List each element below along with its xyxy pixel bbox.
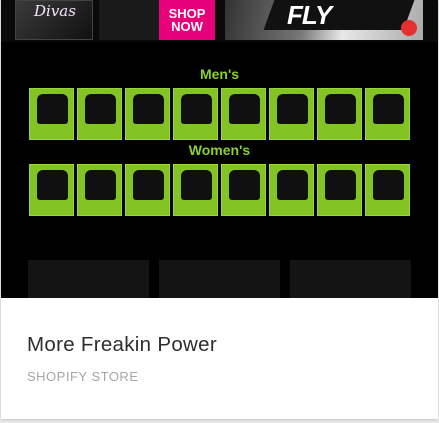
jacket-image: [37, 94, 68, 124]
glove-image: [133, 94, 164, 124]
category-tile[interactable]: [77, 164, 122, 216]
project-title[interactable]: More Freakin Power: [27, 333, 217, 357]
featured-products: [1, 240, 438, 298]
helmet-image: [373, 94, 404, 124]
project-category: SHOPIFY STORE: [27, 369, 139, 384]
featured-product-card[interactable]: [28, 260, 149, 298]
category-tile[interactable]: [29, 164, 74, 216]
category-tile[interactable]: [269, 88, 314, 140]
hoodie-image: [325, 94, 356, 124]
promo-image-tile: [99, 0, 159, 40]
store-screenshot[interactable]: Divas SHOP NOW FLY Men's Women's: [1, 0, 438, 298]
category-tile[interactable]: [317, 88, 362, 140]
fly-logo-text: FLY: [287, 0, 332, 30]
helmet-image: [373, 170, 404, 200]
boot-image: [229, 170, 260, 200]
pants-image: [85, 94, 116, 124]
project-card[interactable]: Divas SHOP NOW FLY Men's Women's More Fr…: [1, 0, 438, 419]
category-tile[interactable]: [365, 164, 410, 216]
red-badge-icon: [401, 20, 417, 36]
jacket-image: [37, 170, 68, 200]
category-tile[interactable]: [221, 88, 266, 140]
category-section: Men's Women's: [1, 42, 438, 240]
divas-logo-text: Divas: [34, 2, 76, 20]
hat-image: [277, 94, 308, 124]
featured-product-card[interactable]: [159, 260, 280, 298]
featured-product-card[interactable]: [290, 260, 411, 298]
category-tile[interactable]: [317, 164, 362, 216]
hoodie-image: [325, 170, 356, 200]
shop-now-line2: NOW: [171, 19, 203, 34]
category-tile[interactable]: [125, 164, 170, 216]
category-tile[interactable]: [365, 88, 410, 140]
jacket-image: [181, 170, 212, 200]
pants-image: [85, 170, 116, 200]
womens-heading: Women's: [188, 142, 251, 158]
category-tile[interactable]: [77, 88, 122, 140]
category-tile[interactable]: [125, 88, 170, 140]
mens-category-row: [29, 88, 413, 140]
category-tile[interactable]: [221, 164, 266, 216]
helmet-image: [277, 170, 308, 200]
category-tile[interactable]: [173, 164, 218, 216]
boot-image: [229, 94, 260, 124]
jacket-image: [133, 170, 164, 200]
jacket-image: [181, 94, 212, 124]
promo-banner: Divas SHOP NOW FLY: [1, 0, 438, 42]
category-tile[interactable]: [29, 88, 74, 140]
category-tile[interactable]: [173, 88, 218, 140]
shop-now-tile: SHOP NOW: [159, 0, 215, 40]
fly-racing-tile: FLY: [225, 0, 423, 40]
category-tile[interactable]: [269, 164, 314, 216]
mens-heading: Men's: [199, 66, 240, 82]
divas-promo-tile: Divas: [15, 0, 93, 40]
womens-category-row: [29, 164, 413, 216]
